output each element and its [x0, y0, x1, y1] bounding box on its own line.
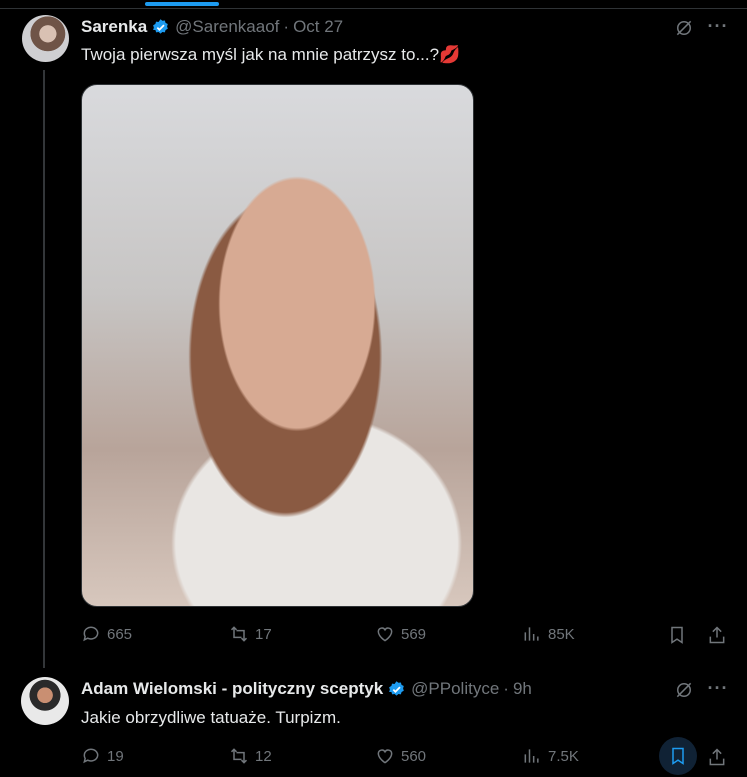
- grok-icon[interactable]: [673, 17, 695, 39]
- share-button[interactable]: [706, 746, 728, 768]
- views-count: 85K: [548, 625, 575, 643]
- verified-badge-icon: [389, 680, 404, 696]
- tweet-header: Adam Wielomski - polityczny sceptyk @PPo…: [81, 679, 532, 699]
- reply-button[interactable]: 19: [81, 746, 124, 766]
- more-icon[interactable]: ···: [703, 676, 733, 700]
- reply-icon: [83, 626, 99, 642]
- separator: ·: [283, 17, 290, 36]
- tab-indicator: [145, 2, 219, 6]
- bookmark-button[interactable]: [666, 624, 688, 646]
- divider: [0, 8, 747, 9]
- tweet-header: Sarenka @Sarenkaaof · Oct 27: [81, 17, 343, 37]
- repost-icon: [230, 748, 248, 764]
- thread-connector: [43, 70, 45, 668]
- timestamp[interactable]: 9h: [513, 679, 532, 699]
- bookmark-button[interactable]: [667, 745, 689, 767]
- repost-button[interactable]: 17: [229, 624, 272, 644]
- handle[interactable]: @PPolityce: [411, 679, 499, 699]
- more-icon[interactable]: ···: [703, 14, 733, 38]
- avatar[interactable]: [21, 677, 69, 725]
- reply-button[interactable]: 665: [81, 624, 132, 644]
- timestamp[interactable]: Oct 27: [293, 17, 343, 37]
- verified-badge-icon: [153, 18, 168, 34]
- views-button[interactable]: 85K: [522, 624, 575, 644]
- separator: ·: [503, 679, 509, 698]
- views-button[interactable]: 7.5K: [522, 746, 579, 766]
- views-icon: [524, 749, 539, 763]
- tweet-text: Twoja pierwsza myśl jak na mnie patrzysz…: [81, 45, 461, 64]
- reply-count: 19: [107, 747, 124, 765]
- share-icon: [709, 626, 725, 644]
- reply-icon: [83, 748, 99, 764]
- like-count: 560: [401, 747, 427, 765]
- grok-icon[interactable]: [673, 679, 695, 701]
- bookmark-icon: [672, 747, 684, 765]
- repost-count: 17: [255, 625, 272, 643]
- share-button[interactable]: [706, 624, 728, 646]
- views-count: 7.5K: [548, 747, 579, 765]
- views-icon: [524, 627, 539, 641]
- like-count: 569: [401, 625, 427, 643]
- like-button[interactable]: 569: [375, 624, 426, 644]
- bookmark-icon: [671, 626, 683, 644]
- display-name[interactable]: Sarenka: [81, 17, 147, 37]
- display-name[interactable]: Adam Wielomski - polityczny sceptyk: [81, 679, 383, 699]
- repost-icon: [230, 626, 248, 642]
- repost-button[interactable]: 12: [229, 746, 272, 766]
- like-icon: [377, 749, 393, 764]
- repost-count: 12: [255, 747, 272, 765]
- tweet-text: Jakie obrzydliwe tatuaże. Turpizm.: [81, 708, 341, 727]
- tweet-photo[interactable]: [81, 84, 474, 607]
- handle[interactable]: @Sarenkaaof: [175, 17, 279, 37]
- avatar[interactable]: [22, 15, 69, 62]
- share-icon: [709, 748, 725, 766]
- like-button[interactable]: 560: [375, 746, 426, 766]
- like-icon: [377, 627, 393, 642]
- reply-count: 665: [107, 625, 133, 643]
